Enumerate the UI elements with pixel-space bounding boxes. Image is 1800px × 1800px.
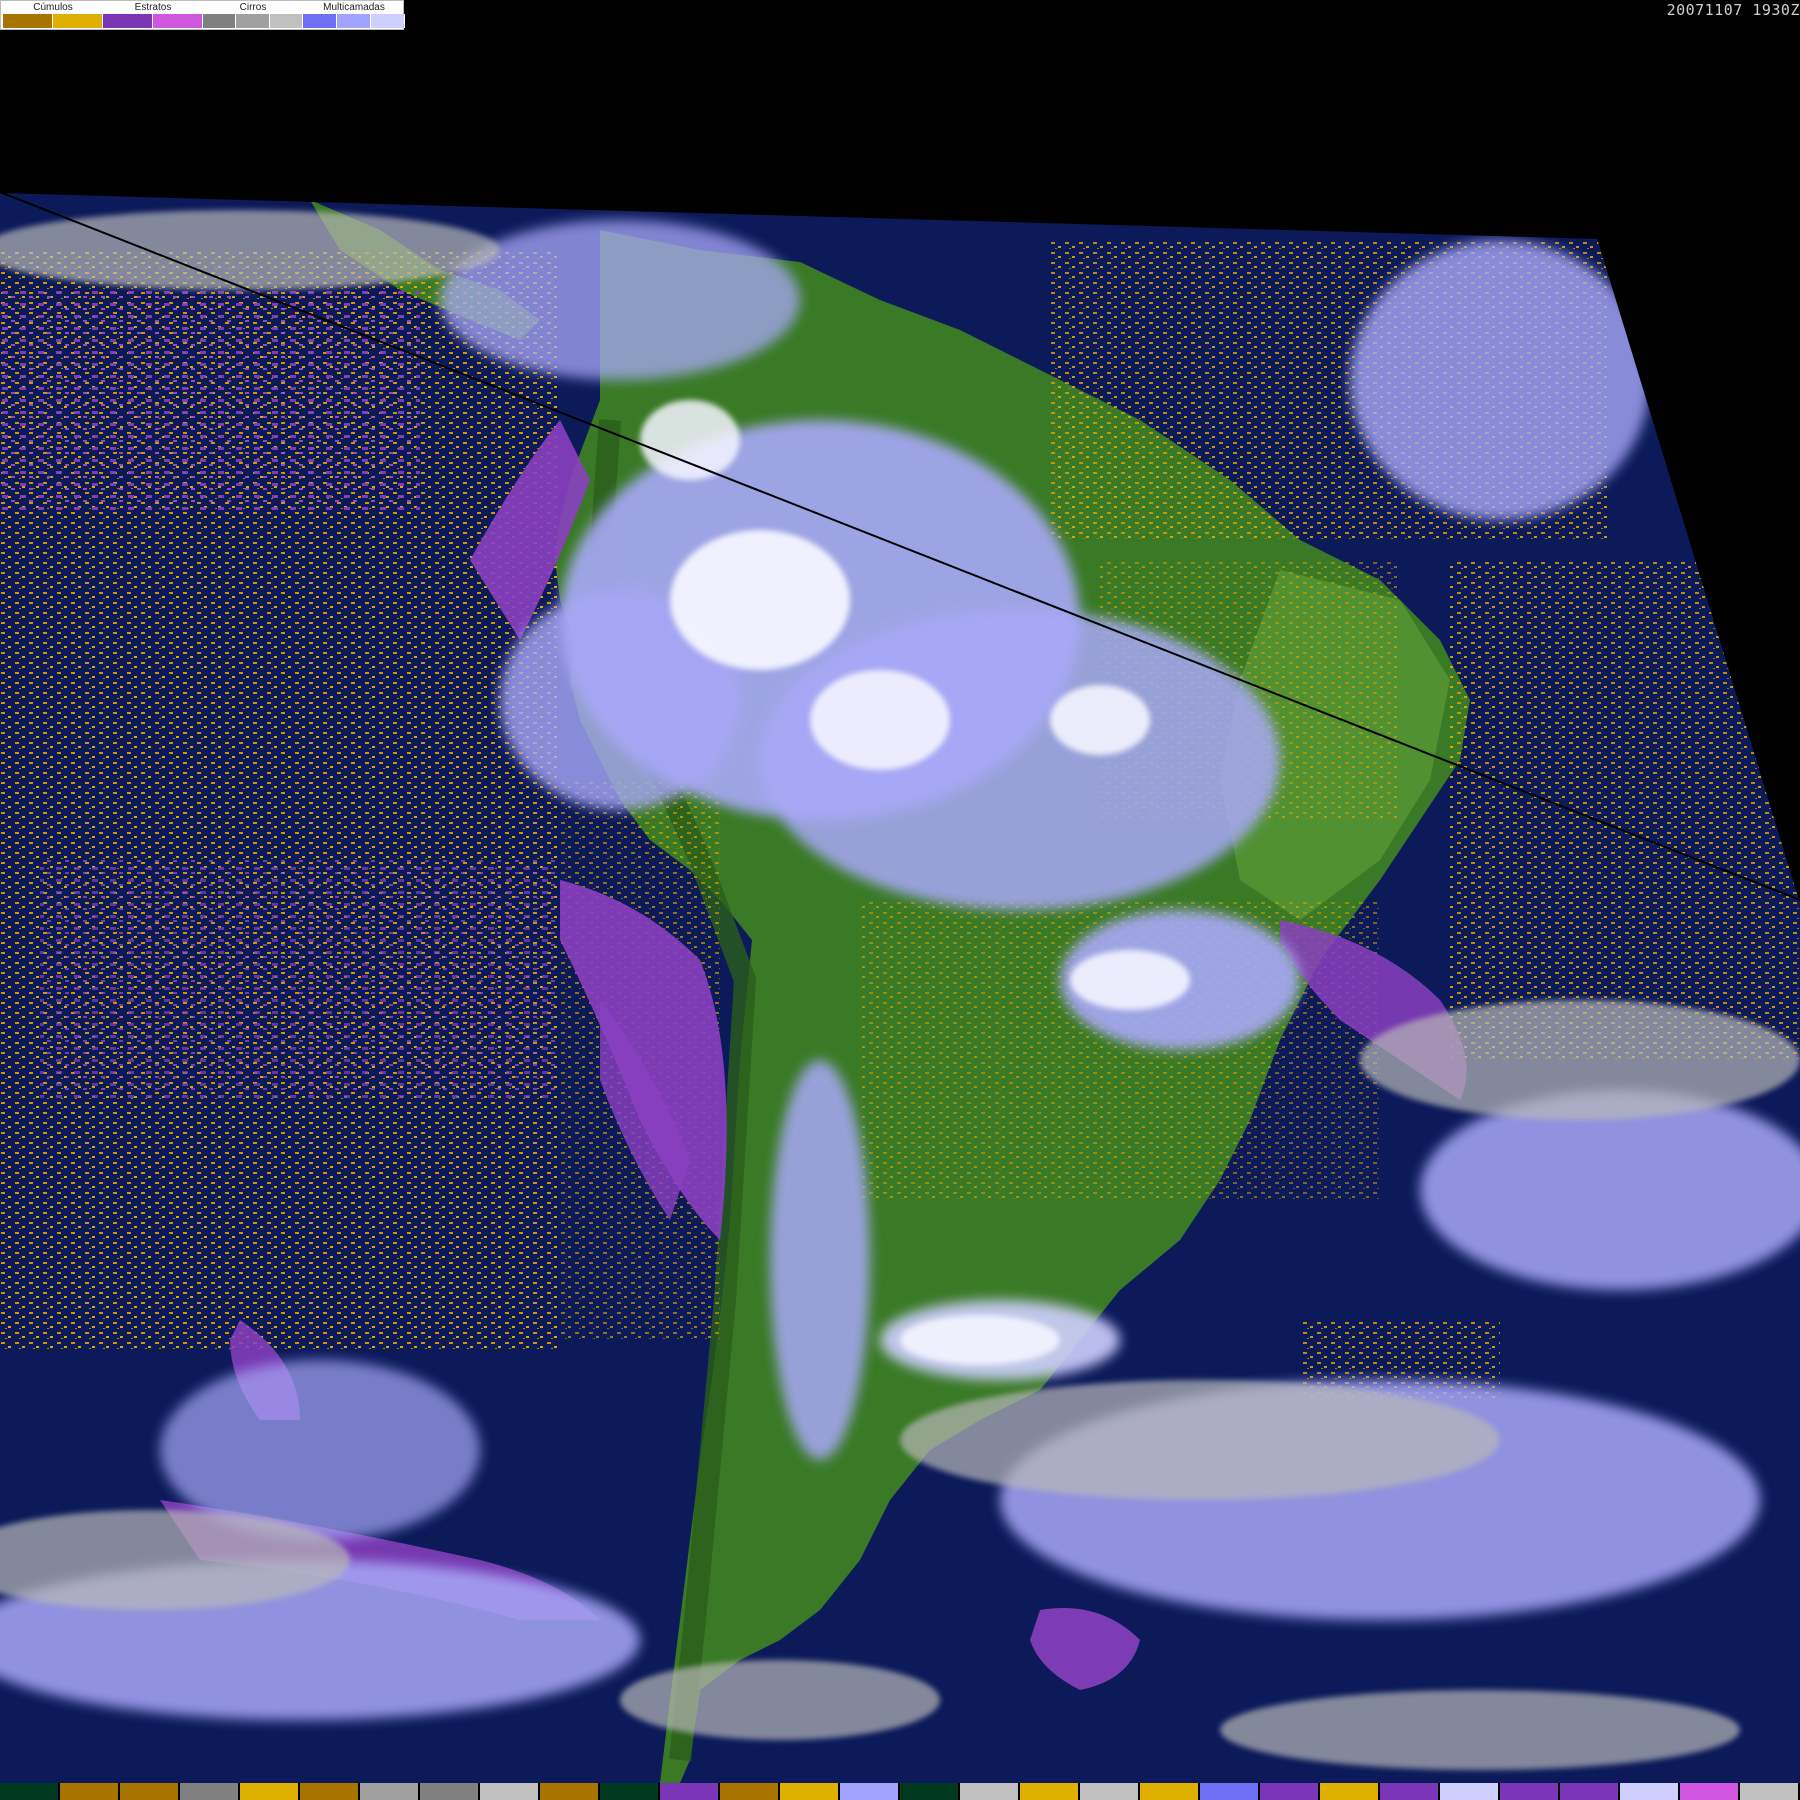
strip-cell [420, 1783, 480, 1800]
legend-swatch [203, 14, 237, 28]
legend-swatch [236, 14, 270, 28]
strip-cell [1020, 1783, 1080, 1800]
strip-cell [660, 1783, 720, 1800]
legend-group-2: Cirros [203, 1, 303, 31]
stratus-speckle-west [0, 290, 420, 510]
strip-cell [1200, 1783, 1260, 1800]
strip-cell [1080, 1783, 1140, 1800]
image-timestamp: 20071107 1930Z [1666, 1, 1800, 19]
legend-swatch [303, 14, 337, 28]
legend-label: Multicamadas [323, 2, 385, 13]
strip-cell [180, 1783, 240, 1800]
strip-cell [300, 1783, 360, 1800]
strip-cell [540, 1783, 600, 1800]
strip-cell [120, 1783, 180, 1800]
legend-swatch [337, 14, 371, 28]
strip-cell [840, 1783, 900, 1800]
legend-group-3: Multicamadas [303, 1, 405, 31]
cloud-type-legend: Cúmulos Estratos Cirros Multicamadas [0, 0, 405, 31]
legend-swatch [153, 14, 203, 28]
legend-swatch-row [103, 14, 203, 28]
satellite-image [0, 0, 1800, 1800]
strip-cell [60, 1783, 120, 1800]
strip-cell [780, 1783, 840, 1800]
bottom-color-strip [0, 1783, 1800, 1800]
legend-swatch-row [303, 14, 405, 28]
legend-swatch [3, 14, 53, 28]
strip-cell [600, 1783, 660, 1800]
strip-cell [960, 1783, 1020, 1800]
strip-cell [1680, 1783, 1740, 1800]
strip-cell [720, 1783, 780, 1800]
legend-label: Estratos [134, 2, 172, 13]
strip-cell [1560, 1783, 1620, 1800]
strip-cell [1260, 1783, 1320, 1800]
strip-cell [1440, 1783, 1500, 1800]
strip-cell [1740, 1783, 1800, 1800]
legend-swatch [269, 14, 303, 28]
legend-label: Cúmulos [33, 2, 73, 13]
strip-cell [1380, 1783, 1440, 1800]
strip-cell [1500, 1783, 1560, 1800]
strip-cell [1140, 1783, 1200, 1800]
strip-cell [480, 1783, 540, 1800]
legend-swatch [53, 14, 103, 28]
legend-group-0: Cúmulos [3, 1, 103, 31]
legend-swatch [371, 14, 405, 28]
legend-group-1: Estratos [103, 1, 203, 31]
legend-swatch-row [203, 14, 303, 28]
strip-cell [900, 1783, 960, 1800]
strip-cell [360, 1783, 420, 1800]
strip-cell [1320, 1783, 1380, 1800]
strip-cell [240, 1783, 300, 1800]
legend-label: Cirros [239, 2, 267, 13]
stratus-speckle-southwest [40, 860, 560, 1100]
legend-swatch [103, 14, 153, 28]
legend-swatch-row [3, 14, 103, 28]
satellite-map [0, 191, 1800, 1783]
strip-cell [1620, 1783, 1680, 1800]
strip-cell [0, 1783, 60, 1800]
